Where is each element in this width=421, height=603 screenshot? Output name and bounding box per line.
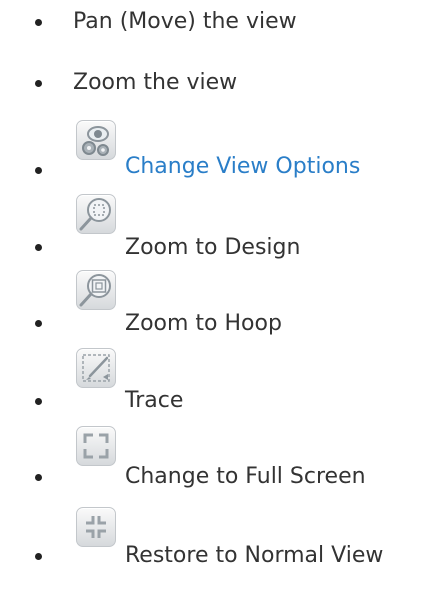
list-item-trace: Trace — [0, 346, 421, 416]
list-item-full-screen: Change to Full Screen — [0, 424, 421, 494]
item-label: Zoom to Hoop — [125, 311, 282, 336]
item-label: Zoom the view — [73, 70, 238, 95]
change-view-options-link[interactable]: Change View Options — [125, 156, 360, 178]
bullet — [35, 19, 42, 26]
full-screen-icon[interactable] — [76, 426, 116, 466]
bullet — [35, 320, 42, 327]
list-item-zoom-to-design: Zoom to Design — [0, 192, 421, 262]
item-label: Pan (Move) the view — [73, 9, 297, 34]
list-item-restore-normal-view: Restore to Normal View — [0, 503, 421, 573]
item-label: Zoom to Design — [125, 235, 301, 260]
restore-normal-view-icon[interactable] — [76, 507, 116, 547]
bullet — [35, 474, 42, 481]
zoom-to-hoop-icon[interactable] — [76, 270, 116, 310]
item-label: Trace — [125, 388, 184, 413]
zoom-to-design-icon[interactable] — [76, 194, 116, 234]
list-item-pan: Pan (Move) the view — [0, 2, 421, 42]
list-item-view-options: Change View Options — [0, 118, 421, 188]
list-item-zoom: Zoom the view — [0, 63, 421, 103]
bullet — [35, 167, 42, 174]
item-label: Restore to Normal View — [125, 543, 384, 568]
bullet — [35, 553, 42, 560]
view-options-icon[interactable] — [76, 120, 116, 160]
item-label: Change to Full Screen — [125, 464, 366, 489]
list-item-zoom-to-hoop: Zoom to Hoop — [0, 268, 421, 338]
trace-icon[interactable] — [76, 348, 116, 388]
bullet — [35, 398, 42, 405]
bullet — [35, 244, 42, 251]
bullet — [35, 80, 42, 87]
